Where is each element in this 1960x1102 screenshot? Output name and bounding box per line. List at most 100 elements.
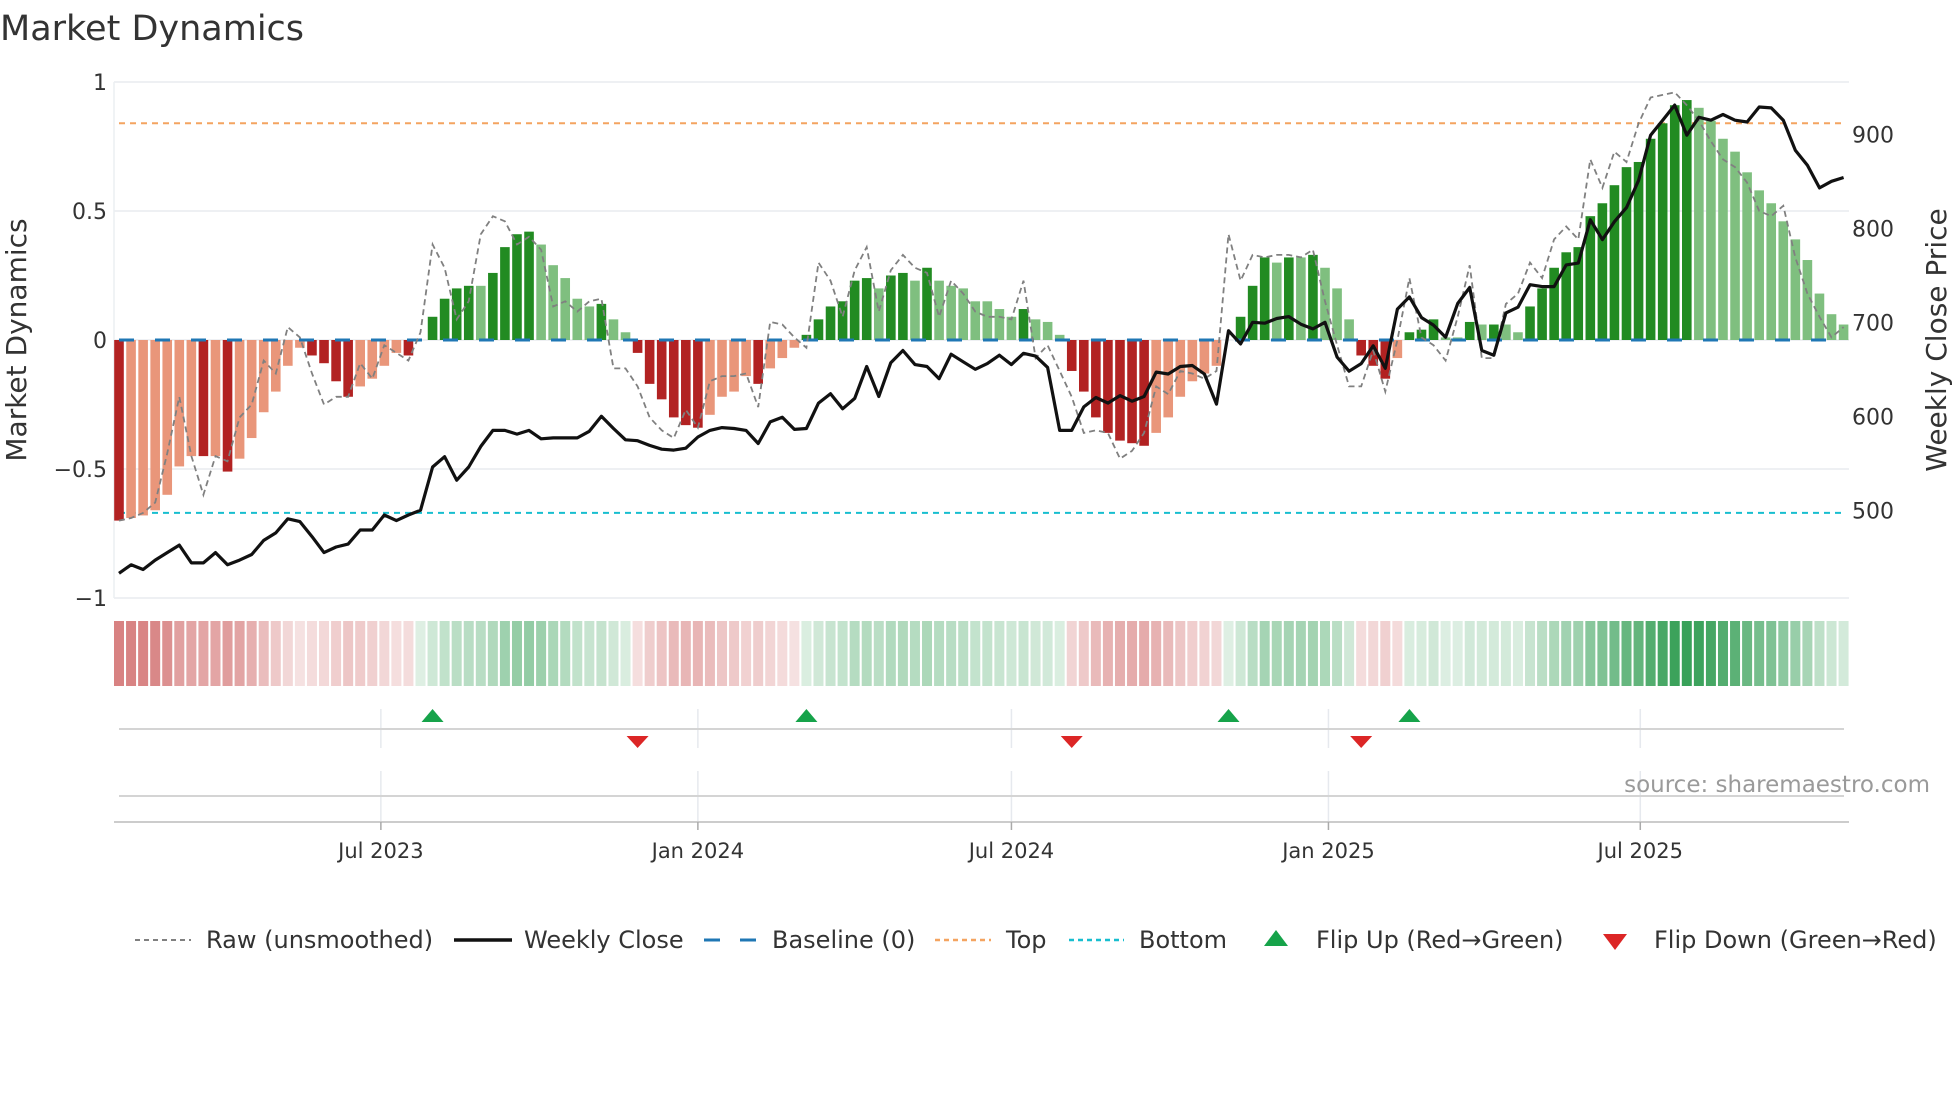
dynamics-bar xyxy=(560,278,571,340)
x-tick-label: Jan 2025 xyxy=(1280,839,1375,863)
right-tick-label: 500 xyxy=(1852,499,1894,524)
heat-strip-cell xyxy=(282,621,293,686)
heat-strip-cell xyxy=(994,621,1005,686)
heat-strip-cell xyxy=(1332,621,1343,686)
heat-strip-cell xyxy=(1549,621,1560,686)
dynamics-bar xyxy=(174,340,185,467)
heat-strip-cell xyxy=(1078,621,1089,686)
dynamics-bar xyxy=(1513,332,1523,340)
heat-strip-cell xyxy=(1259,621,1270,686)
heat-strip-cell xyxy=(1500,621,1511,686)
heat-strip-cell xyxy=(1054,621,1065,686)
heat-strip-cell xyxy=(1669,621,1680,686)
dynamics-bar xyxy=(1537,288,1547,340)
heat-strip-cell xyxy=(644,621,655,686)
heat-strip-cell xyxy=(1778,621,1789,686)
legend-flip-up-label: Flip Up (Red→Green) xyxy=(1316,926,1564,954)
dynamics-bar xyxy=(1404,332,1415,340)
legend-bottom-label: Bottom xyxy=(1139,926,1227,954)
heat-strip-cell xyxy=(1030,621,1041,686)
heat-strip-cell xyxy=(331,621,342,686)
market-dynamics-chart: Market Dynamics 1 0.5 0 −0.5 −1 900 800 700 600… xyxy=(0,0,1960,1102)
dynamics-bar xyxy=(162,340,173,495)
dynamics-bar xyxy=(1597,203,1608,340)
heat-strip-cell xyxy=(572,621,583,686)
heat-strip-cell xyxy=(946,621,957,686)
dynamics-bar xyxy=(1066,340,1077,371)
dynamics-bar xyxy=(355,340,365,387)
heat-strip-cell xyxy=(741,621,752,686)
heat-strip-cell xyxy=(1163,621,1174,686)
heat-strip-cell xyxy=(451,621,462,686)
heat-strip-cell xyxy=(306,621,317,686)
heat-strip-cell xyxy=(1090,621,1101,686)
x-tick-label: Jul 2023 xyxy=(336,839,423,863)
dynamics-bar xyxy=(1042,321,1053,340)
dynamics-bar xyxy=(1103,340,1113,433)
dynamics-bar xyxy=(608,319,619,340)
dynamics-bar xyxy=(1730,151,1740,340)
dynamics-bar xyxy=(584,306,595,340)
heat-strip-cell xyxy=(114,621,124,686)
dynamics-bar xyxy=(813,319,824,340)
x-tick-label: Jan 2024 xyxy=(650,839,745,863)
heat-strip-cell xyxy=(379,621,390,686)
dynamics-bar xyxy=(958,288,968,340)
heat-strip-cell xyxy=(1802,621,1813,686)
left-axis-title: Market Dynamics xyxy=(0,218,33,461)
dynamics-bar xyxy=(1657,123,1668,340)
heat-strip-cell xyxy=(717,621,727,686)
dynamics-bar xyxy=(644,340,655,384)
dynamics-bar xyxy=(729,340,739,392)
dynamics-bar xyxy=(910,280,920,340)
heat-strip-cell xyxy=(150,621,161,686)
heat-strip-cell xyxy=(126,621,137,686)
dynamics-bar xyxy=(1163,340,1174,418)
heat-strip-cell xyxy=(1320,621,1330,686)
heat-strip-cell xyxy=(970,621,981,686)
heat-strip-cell xyxy=(789,621,800,686)
dynamics-bar xyxy=(572,298,583,340)
dynamics-bar xyxy=(1838,324,1849,340)
right-tick-label: 800 xyxy=(1852,217,1894,242)
dynamics-bar xyxy=(307,340,317,356)
dynamics-bar xyxy=(946,285,956,340)
left-tick-label: 1 xyxy=(93,71,107,96)
dynamics-bar xyxy=(741,340,751,377)
heat-strip-cell xyxy=(1633,621,1644,686)
dynamics-bar xyxy=(198,340,209,457)
dynamics-bar xyxy=(439,298,450,340)
dynamics-bar xyxy=(777,340,788,359)
heat-strip-cell xyxy=(1525,621,1536,686)
heat-strip-cell xyxy=(560,621,571,686)
heat-strip-cell xyxy=(1609,621,1620,686)
heat-strip-cell xyxy=(1175,621,1186,686)
dynamics-bar xyxy=(861,278,872,340)
dynamics-bar xyxy=(258,340,269,413)
heat-strip-cell xyxy=(427,621,438,686)
heat-strip-cell xyxy=(1271,621,1282,686)
dynamics-bar xyxy=(1718,138,1728,340)
heat-strip-cell xyxy=(548,621,559,686)
dynamics-bar xyxy=(632,340,643,353)
dynamics-bar xyxy=(1259,257,1270,340)
dynamics-bar xyxy=(849,280,860,340)
heat-strip-cell xyxy=(367,621,378,686)
heat-strip-cell xyxy=(1006,621,1017,686)
heat-strip-cell xyxy=(922,621,933,686)
heat-strip-cell xyxy=(403,621,414,686)
dynamics-bar xyxy=(500,247,510,340)
dynamics-bar xyxy=(934,280,944,340)
dynamics-bar xyxy=(488,272,498,340)
heat-strip-cell xyxy=(246,621,257,686)
dynamics-bar xyxy=(668,340,679,418)
heat-strip-cell xyxy=(1042,621,1053,686)
dynamics-bar xyxy=(331,340,341,382)
heat-strip-cell xyxy=(1114,621,1125,686)
heat-strip-cell xyxy=(1657,621,1668,686)
heat-strip-cell xyxy=(1766,621,1777,686)
heat-strip-cell xyxy=(837,621,848,686)
dynamics-bar xyxy=(463,285,474,340)
heat-strip-cell xyxy=(222,621,233,686)
heat-strip-cell xyxy=(861,621,872,686)
